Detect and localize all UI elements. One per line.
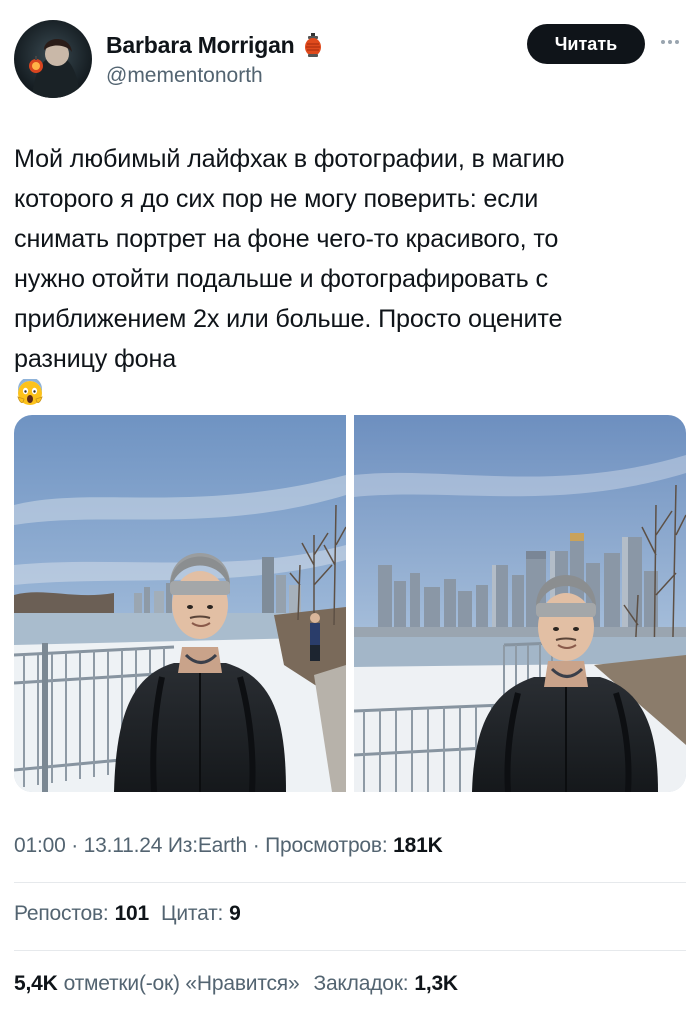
face-screaming-in-fear-icon xyxy=(16,377,44,407)
display-name[interactable]: Barbara Morrigan xyxy=(106,32,295,59)
lantern-icon xyxy=(303,32,323,59)
bookmarks-label: Закладок: xyxy=(313,972,409,995)
source-label: Из: xyxy=(167,834,198,857)
views-label: Просмотров: xyxy=(265,834,388,857)
reposts-stat[interactable]: Репостов: 101 xyxy=(14,902,149,926)
photo-zoomed[interactable] xyxy=(353,415,686,792)
tweet-line: разницу фона xyxy=(14,345,177,373)
reposts-label: Репостов: xyxy=(14,902,109,925)
handle[interactable]: @mementonorth xyxy=(106,64,263,88)
quotes-count: 9 xyxy=(229,902,241,925)
engagement-row-likes: 5,4K отметки(-ок) «Нравится» Закладок: 1… xyxy=(14,972,458,996)
follow-button[interactable]: Читать xyxy=(527,24,645,64)
name-row: Barbara Morrigan xyxy=(106,32,323,59)
likes-stat[interactable]: 5,4K отметки(-ок) «Нравится» xyxy=(14,972,300,996)
tweet-line: приближением 2х или больше. Просто оцени… xyxy=(14,305,563,333)
views-count: 181K xyxy=(393,834,443,857)
likes-count: 5,4K xyxy=(14,972,58,995)
photo-wide[interactable] xyxy=(14,415,347,792)
tweet-header: Barbara Morrigan @mementonorth Читать xyxy=(14,18,686,98)
avatar[interactable] xyxy=(14,20,92,98)
tweet-line: которого я до сих пор не могу поверить: … xyxy=(14,185,539,213)
tweet-date[interactable]: 13.11.24 xyxy=(84,834,163,857)
divider xyxy=(14,882,686,883)
tweet-line: нужно отойти подальше и фотографировать … xyxy=(14,265,548,293)
tweet-line: снимать портрет на фоне чего-то красивог… xyxy=(14,225,559,253)
bookmarks-count: 1,3K xyxy=(414,972,458,995)
meta-separator: · xyxy=(252,834,266,857)
tweet-text: Мой любимый лайфхак в фотографии, в маги… xyxy=(14,139,686,407)
quotes-label: Цитат: xyxy=(161,902,224,925)
engagement-row-reposts: Репостов: 101 Цитат: 9 xyxy=(14,902,241,926)
meta-separator: · xyxy=(71,834,84,857)
divider xyxy=(14,950,686,951)
tweet-line-last: разницу фона xyxy=(14,339,686,407)
bookmarks-stat[interactable]: Закладок: 1,3K xyxy=(313,972,458,996)
media-grid xyxy=(14,415,686,792)
tweet-meta: 01:00 · 13.11.24 Из:Earth · Просмотров: … xyxy=(14,834,443,858)
tweet-time[interactable]: 01:00 xyxy=(14,834,66,857)
quotes-stat[interactable]: Цитат: 9 xyxy=(161,902,241,926)
more-icon[interactable] xyxy=(654,32,686,52)
reposts-count: 101 xyxy=(114,902,150,925)
tweet-source: Earth xyxy=(197,834,248,857)
tweet-line: Мой любимый лайфхак в фотографии, в маги… xyxy=(14,145,565,173)
likes-label: отметки(-ок) «Нравится» xyxy=(63,972,300,995)
